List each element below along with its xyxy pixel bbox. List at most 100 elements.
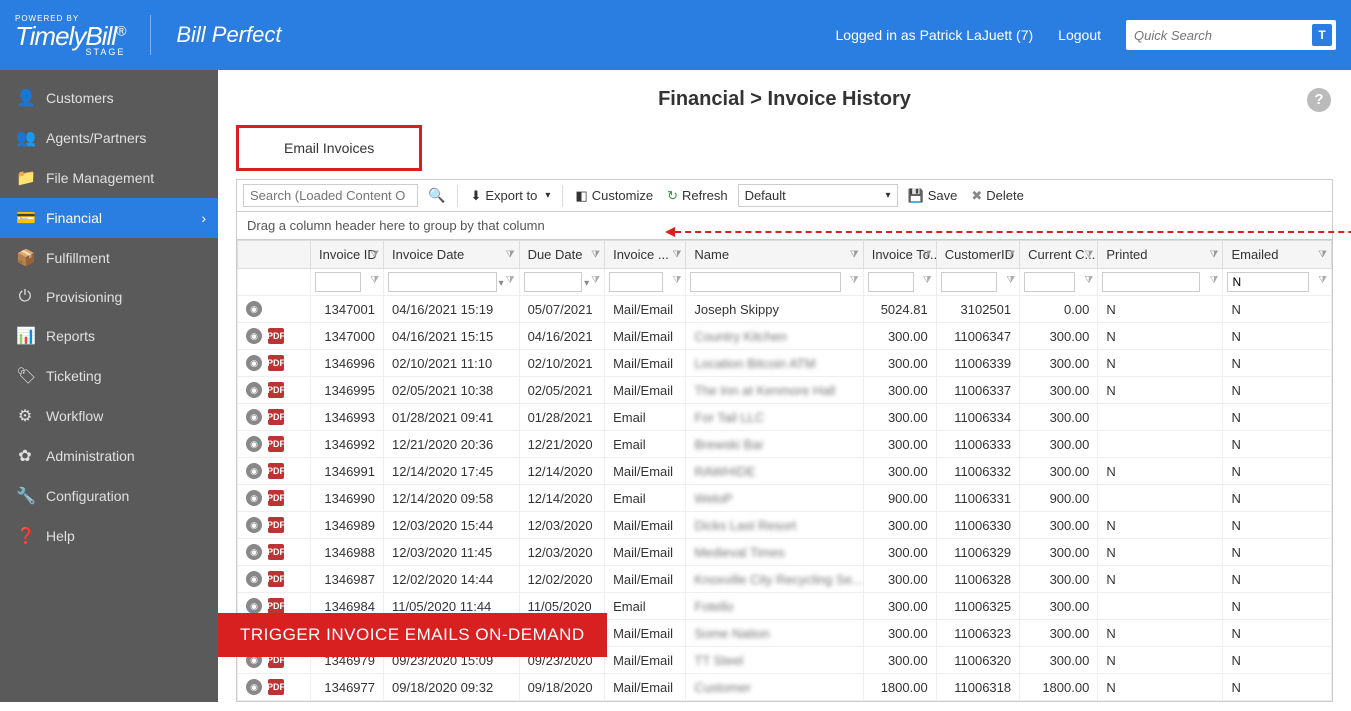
- table-row[interactable]: ◉PDF134698712/02/2020 14:4412/02/2020Mai…: [238, 566, 1332, 593]
- table-row[interactable]: ◉PDF134699502/05/2021 10:3802/05/2021Mai…: [238, 377, 1332, 404]
- sidebar-item-reports[interactable]: 📊Reports: [0, 316, 218, 356]
- pdf-icon[interactable]: PDF: [268, 382, 284, 398]
- pdf-icon[interactable]: PDF: [268, 355, 284, 371]
- delete-button[interactable]: ✖Delete: [967, 186, 1027, 206]
- column-header[interactable]: Invoice Date⧩: [384, 241, 520, 269]
- sidebar-item-provisioning[interactable]: ⏻Provisioning: [0, 278, 218, 316]
- column-header[interactable]: [238, 241, 311, 269]
- column-header[interactable]: Invoice ID⧩: [311, 241, 384, 269]
- filter-icon[interactable]: ⧩: [591, 249, 600, 260]
- view-select[interactable]: Default▾: [738, 184, 898, 207]
- sidebar-item-administration[interactable]: ✿Administration: [0, 436, 218, 476]
- disc-icon[interactable]: ◉: [246, 517, 262, 533]
- filter-icon[interactable]: ⧩: [923, 275, 932, 286]
- disc-icon[interactable]: ◉: [246, 490, 262, 506]
- column-header[interactable]: Due Date⧩: [519, 241, 605, 269]
- disc-icon[interactable]: ◉: [246, 328, 262, 344]
- pdf-icon[interactable]: PDF: [268, 571, 284, 587]
- pdf-icon[interactable]: PDF: [268, 517, 284, 533]
- column-header[interactable]: CustomerID⧩: [936, 241, 1019, 269]
- column-header[interactable]: Invoice ...⧩: [605, 241, 686, 269]
- pdf-icon[interactable]: PDF: [268, 463, 284, 479]
- filter-cell[interactable]: ⧩: [1223, 269, 1332, 296]
- filter-icon[interactable]: ⧩: [1006, 275, 1015, 286]
- filter-icon[interactable]: ⧩: [1318, 275, 1327, 286]
- disc-icon[interactable]: ◉: [246, 382, 262, 398]
- sidebar-item-file-management[interactable]: 📁File Management: [0, 158, 218, 198]
- filter-icon[interactable]: ⧩: [370, 275, 379, 286]
- disc-icon[interactable]: ◉: [246, 355, 262, 371]
- column-header[interactable]: Current C...⧩: [1020, 241, 1098, 269]
- filter-icon[interactable]: ⧩: [1084, 275, 1093, 286]
- disc-icon[interactable]: ◉: [246, 544, 262, 560]
- filter-icon[interactable]: ⧩: [370, 249, 379, 260]
- filter-cell[interactable]: ⧩: [311, 269, 384, 296]
- filter-icon[interactable]: ⧩: [1210, 249, 1219, 260]
- filter-input[interactable]: [1024, 272, 1075, 292]
- filter-input[interactable]: [524, 272, 583, 292]
- filter-cell[interactable]: ⧩: [686, 269, 863, 296]
- filter-input[interactable]: [1227, 272, 1309, 292]
- table-row[interactable]: ◉PDF134699212/21/2020 20:3612/21/2020Ema…: [238, 431, 1332, 458]
- filter-icon[interactable]: ⧩: [673, 249, 682, 260]
- search-icon[interactable]: 🔍: [424, 187, 449, 204]
- sidebar-item-help[interactable]: ❓Help: [0, 516, 218, 556]
- email-invoices-button[interactable]: Email Invoices: [236, 125, 422, 171]
- disc-icon[interactable]: ◉: [246, 463, 262, 479]
- help-icon[interactable]: ?: [1307, 88, 1331, 112]
- filter-cell[interactable]: ⧩: [936, 269, 1019, 296]
- logged-in-text[interactable]: Logged in as Patrick LaJuett (7): [836, 27, 1034, 43]
- quick-search[interactable]: T: [1126, 20, 1336, 50]
- filter-input[interactable]: [388, 272, 497, 292]
- grid-search-input[interactable]: [243, 184, 418, 207]
- quick-search-input[interactable]: [1134, 28, 1312, 43]
- filter-icon[interactable]: ⧩: [673, 275, 682, 286]
- table-row[interactable]: ◉PDF134698812/03/2020 11:4512/03/2020Mai…: [238, 539, 1332, 566]
- filter-icon[interactable]: ⧩: [850, 275, 859, 286]
- disc-icon[interactable]: ◉: [246, 301, 262, 317]
- filter-icon[interactable]: ⧩: [1084, 249, 1093, 260]
- table-row[interactable]: ◉PDF134700004/16/2021 15:1504/16/2021Mai…: [238, 323, 1332, 350]
- filter-input[interactable]: [315, 272, 361, 292]
- save-button[interactable]: 💾Save: [904, 186, 962, 206]
- filter-cell[interactable]: ⧩: [1098, 269, 1223, 296]
- table-row[interactable]: ◉PDF134698912/03/2020 15:4412/03/2020Mai…: [238, 512, 1332, 539]
- column-header[interactable]: Emailed⧩: [1223, 241, 1332, 269]
- disc-icon[interactable]: ◉: [246, 409, 262, 425]
- column-header[interactable]: Invoice To...⧩: [863, 241, 936, 269]
- filter-icon[interactable]: ⧩: [591, 275, 600, 286]
- table-row[interactable]: ◉PDF134699301/28/2021 09:4101/28/2021Ema…: [238, 404, 1332, 431]
- filter-input[interactable]: [609, 272, 663, 292]
- refresh-button[interactable]: ↻Refresh: [663, 186, 731, 206]
- pdf-icon[interactable]: PDF: [268, 436, 284, 452]
- filter-icon[interactable]: ⧩: [506, 275, 515, 286]
- disc-icon[interactable]: ◉: [246, 436, 262, 452]
- sidebar-item-ticketing[interactable]: 🏷Ticketing: [0, 356, 218, 396]
- filter-input[interactable]: [868, 272, 914, 292]
- table-row[interactable]: ◉PDF134699602/10/2021 11:1002/10/2021Mai…: [238, 350, 1332, 377]
- filter-icon[interactable]: ⧩: [1006, 249, 1015, 260]
- sidebar-item-configuration[interactable]: 🔧Configuration: [0, 476, 218, 516]
- pdf-icon[interactable]: PDF: [268, 409, 284, 425]
- filter-input[interactable]: [941, 272, 997, 292]
- sidebar-item-agents-partners[interactable]: 👥Agents/Partners: [0, 118, 218, 158]
- filter-cell[interactable]: [238, 269, 311, 296]
- disc-icon[interactable]: ◉: [246, 571, 262, 587]
- pdf-icon[interactable]: PDF: [268, 490, 284, 506]
- sidebar-item-financial[interactable]: 💳Financial: [0, 198, 218, 238]
- table-row[interactable]: ◉PDF134699112/14/2020 17:4512/14/2020Mai…: [238, 458, 1332, 485]
- filter-cell[interactable]: ▾⧩: [519, 269, 605, 296]
- sidebar-item-fulfillment[interactable]: 📦Fulfillment: [0, 238, 218, 278]
- customize-button[interactable]: ◧Customize: [571, 186, 657, 206]
- disc-icon[interactable]: ◉: [246, 598, 262, 614]
- filter-cell[interactable]: ⧩: [863, 269, 936, 296]
- pdf-icon[interactable]: PDF: [268, 679, 284, 695]
- filter-icon[interactable]: ⧩: [923, 249, 932, 260]
- sidebar-item-workflow[interactable]: ⚙Workflow: [0, 396, 218, 436]
- table-row[interactable]: ◉134700104/16/2021 15:1905/07/2021Mail/E…: [238, 296, 1332, 323]
- filter-icon[interactable]: ⧩: [1210, 275, 1219, 286]
- filter-cell[interactable]: ▾⧩: [384, 269, 520, 296]
- filter-input[interactable]: [1102, 272, 1200, 292]
- column-header[interactable]: Printed⧩: [1098, 241, 1223, 269]
- export-button[interactable]: ⬇Export to▾: [466, 186, 554, 206]
